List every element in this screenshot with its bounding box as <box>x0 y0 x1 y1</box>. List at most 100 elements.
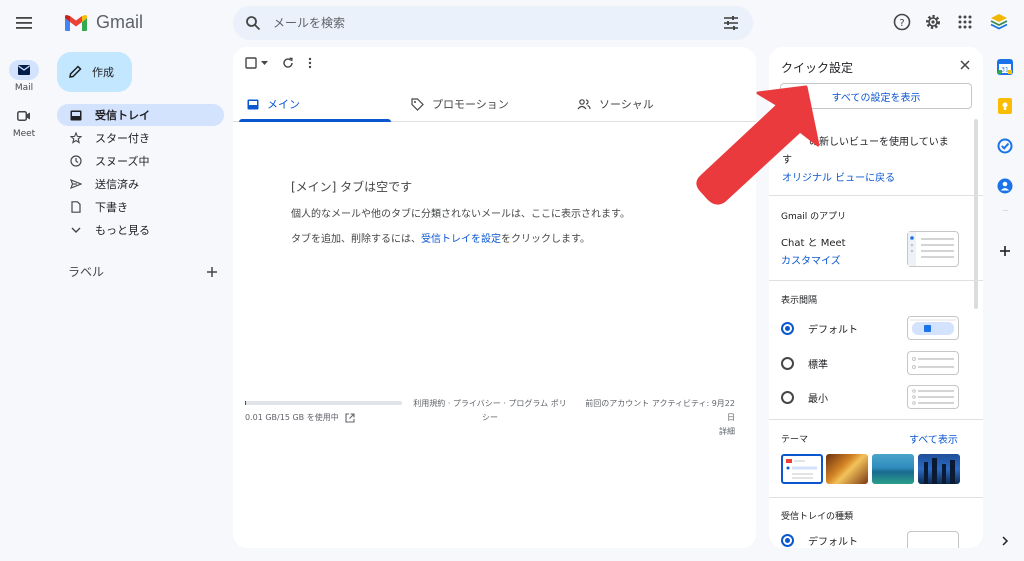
hint-suffix: をクリックします。 <box>501 234 590 245</box>
nav-sent[interactable]: 送信済み <box>57 173 224 195</box>
people-icon <box>577 98 591 109</box>
plus-icon <box>1000 246 1010 256</box>
rail-mail-label: Mail <box>14 83 34 93</box>
close-quick-settings-button[interactable] <box>957 57 973 73</box>
density-default-thumbnail <box>907 316 959 340</box>
search-icon[interactable] <box>245 15 261 31</box>
search-options-icon[interactable] <box>723 16 739 30</box>
nav-more-label: もっと見る <box>95 224 150 237</box>
pencil-icon <box>69 65 82 78</box>
refresh-button[interactable] <box>282 57 294 69</box>
inbox-settings-link[interactable]: 受信トレイを設定 <box>421 234 501 245</box>
theme-autumn-thumbnail[interactable] <box>826 454 868 484</box>
theme-default-thumbnail[interactable] <box>781 454 823 484</box>
nav-snoozed[interactable]: スヌーズ中 <box>57 150 224 172</box>
contacts-icon <box>997 178 1013 194</box>
red-arrow-annotation <box>696 85 820 205</box>
apps-grid-icon <box>958 15 972 29</box>
get-addons-button[interactable] <box>995 241 1015 261</box>
brand-name: Gmail <box>96 12 144 32</box>
svg-text:31: 31 <box>1001 67 1009 74</box>
theme-section-title: テーマ <box>781 435 809 445</box>
inbox-tab-icon <box>247 99 259 109</box>
help-icon: ? <box>893 13 911 31</box>
tab-promotions[interactable]: プロモーション <box>411 87 509 121</box>
empty-state-hint: タブを追加、削除するには、受信トレイを設定をクリックします。 <box>291 230 590 245</box>
calendar-app-button[interactable]: 31 <box>995 57 1015 77</box>
tasks-app-button[interactable] <box>995 136 1015 156</box>
rail-mail[interactable]: Mail <box>0 60 48 93</box>
compose-label: 作成 <box>92 66 114 79</box>
plus-icon <box>207 266 217 277</box>
section-divider <box>769 280 983 281</box>
rail-meet[interactable]: Meet <box>0 106 48 139</box>
search-bar[interactable] <box>233 6 753 40</box>
section-divider <box>769 419 983 420</box>
nav-snoozed-label: スヌーズ中 <box>95 155 150 168</box>
tab-primary[interactable]: メイン <box>247 87 300 121</box>
density-option-comfortable[interactable]: 標準 <box>781 356 828 371</box>
nav-drafts[interactable]: 下書き <box>57 196 224 218</box>
compose-button[interactable]: 作成 <box>57 52 132 92</box>
contacts-app-button[interactable] <box>995 176 1015 196</box>
list-toolbar <box>245 57 312 69</box>
radio-icon[interactable] <box>781 391 794 404</box>
more-actions-button[interactable] <box>308 57 312 69</box>
settings-button[interactable] <box>922 11 944 33</box>
chevron-down-icon <box>69 227 83 233</box>
svg-text:?: ? <box>899 18 904 29</box>
search-input[interactable] <box>273 16 723 30</box>
show-side-panel-button[interactable] <box>995 531 1015 551</box>
star-icon <box>69 132 83 144</box>
density-section-title: 表示間隔 <box>781 296 818 306</box>
gmail-logo[interactable]: Gmail <box>64 12 143 33</box>
nav-inbox-label: 受信トレイ <box>95 109 150 122</box>
radio-icon[interactable] <box>781 357 794 370</box>
active-tab-indicator <box>239 119 391 122</box>
side-panel-divider <box>1003 210 1008 211</box>
nav-more[interactable]: もっと見る <box>57 219 224 241</box>
theme-lake-thumbnail[interactable] <box>872 454 914 484</box>
clock-icon <box>69 155 83 167</box>
add-label-button[interactable] <box>206 266 218 278</box>
support-button[interactable]: ? <box>891 11 913 33</box>
radio-selected-icon[interactable] <box>781 322 794 335</box>
inbox-icon <box>69 110 83 121</box>
hint-prefix: タブを追加、削除するには、 <box>291 234 421 245</box>
view-all-themes-link[interactable]: すべて表示 <box>909 431 958 446</box>
empty-state-description: 個人的なメールや他のタブに分類されないメールは、ここに表示されます。 <box>291 209 630 220</box>
apps-button[interactable] <box>954 11 976 33</box>
radio-selected-icon[interactable] <box>781 534 794 547</box>
activity-details-link[interactable]: 詳細 <box>573 425 735 439</box>
nav-drafts-label: 下書き <box>95 201 128 214</box>
inbox-type-default-label: デフォルト <box>808 537 858 548</box>
account-button[interactable] <box>988 11 1010 33</box>
keep-icon <box>998 98 1012 114</box>
main-menu-button[interactable] <box>12 11 36 35</box>
chat-meet-text: Chat と Meet <box>781 238 846 249</box>
storage-usage[interactable]: 0.01 GB/15 GB を使用中 <box>245 412 355 423</box>
mail-icon <box>9 60 39 80</box>
customize-link[interactable]: カスタマイズ <box>781 252 841 267</box>
inbox-type-section-title: 受信トレイの種類 <box>781 512 854 522</box>
density-option-compact[interactable]: 最小 <box>781 390 828 405</box>
select-checkbox[interactable] <box>245 57 268 69</box>
footer-links[interactable]: 利用規約 · プライバシー · プログラム ポリ シー <box>405 397 575 425</box>
tab-social[interactable]: ソーシャル <box>577 87 654 121</box>
theme-city-thumbnail[interactable] <box>918 454 960 484</box>
apps-layout-thumbnail <box>907 231 959 267</box>
activity-line2: 日 <box>727 413 735 422</box>
checkbox-icon <box>245 57 257 69</box>
density-option-default[interactable]: デフォルト <box>781 321 858 336</box>
activity-line1: 前回のアカウント アクティビティ: 9月22 <box>585 399 735 408</box>
empty-state-title: [メイン] タブは空です <box>291 180 413 194</box>
refresh-icon <box>283 57 293 68</box>
gear-icon <box>926 15 940 29</box>
nav-starred[interactable]: スター付き <box>57 127 224 149</box>
keep-app-button[interactable] <box>995 96 1015 116</box>
new-view-text-line1: の新しいビューを使用していま <box>809 137 949 148</box>
draft-icon <box>69 201 83 213</box>
nav-inbox[interactable]: 受信トレイ <box>57 104 224 126</box>
inbox-type-option-default[interactable]: デフォルト <box>781 533 858 548</box>
caret-down-icon <box>261 61 268 65</box>
